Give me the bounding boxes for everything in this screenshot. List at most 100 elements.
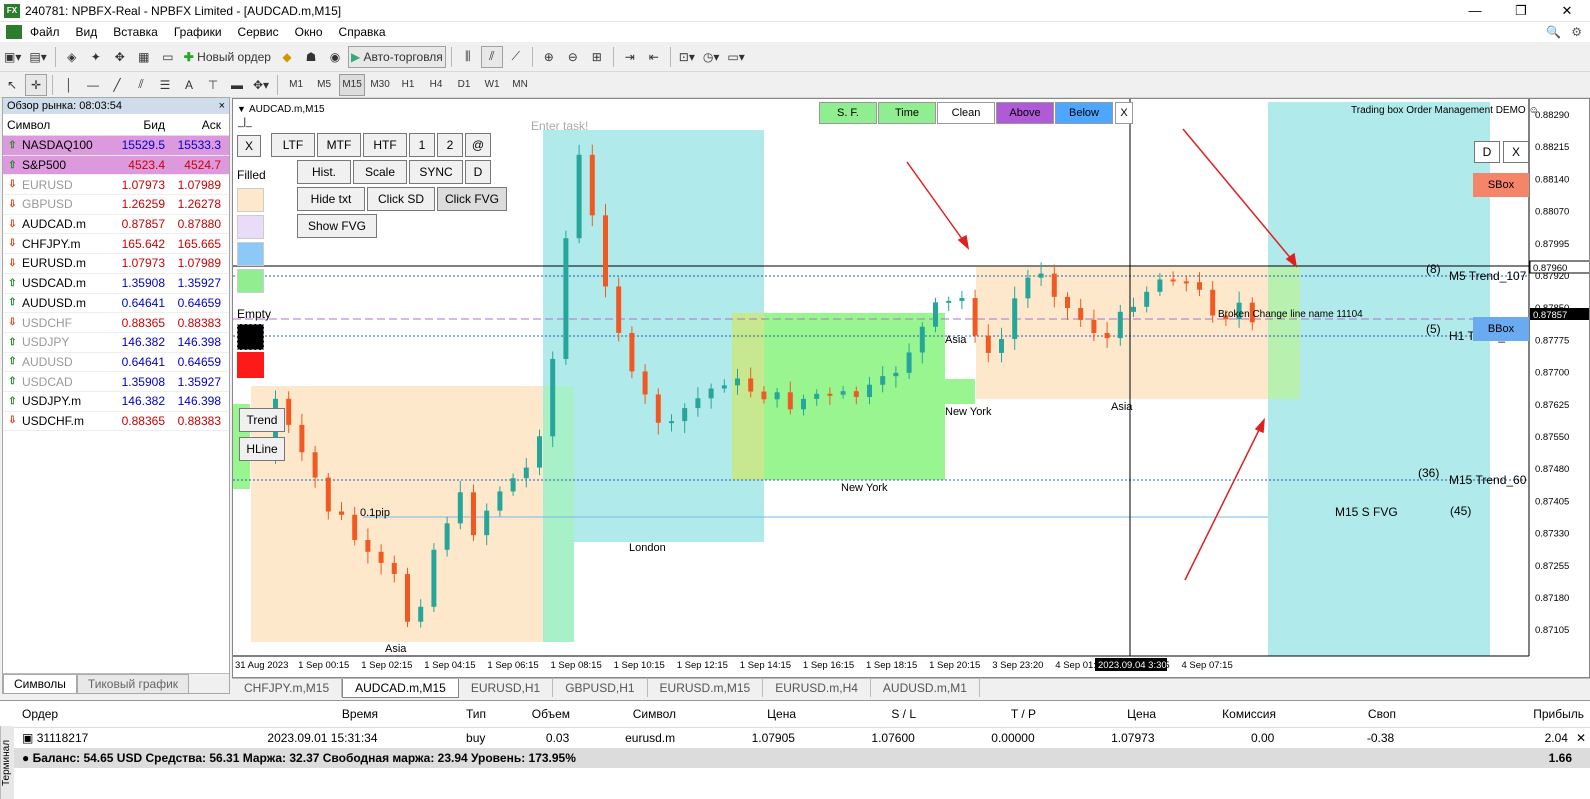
periods-icon[interactable]: ◷▾ [700,46,723,68]
chart-tab-audcad[interactable]: AUDCAD.m,M15 [342,679,459,698]
templates-icon[interactable]: ▭▾ [724,46,747,68]
indicators-icon[interactable]: ⊡▾ [676,46,698,68]
hline-button[interactable]: HLine [239,437,285,461]
time-button[interactable]: Time [878,102,936,124]
market-watch-row[interactable]: ⇩ GBPUSD 1.26259 1.26278 [3,195,229,215]
right-d-button[interactable]: D [1474,141,1500,163]
chart-shift-icon[interactable]: ⇤ [643,46,665,68]
menu-window[interactable]: Окно [287,25,331,39]
col-volume[interactable]: Объем [490,707,574,721]
market-watch-row[interactable]: ⇩ USDCHF.m 0.88365 0.88383 [3,411,229,432]
chart-tab-audusd-m1[interactable]: AUDUSD.m,M1 [871,679,980,697]
tile-windows-icon[interactable]: ⊞ [586,46,608,68]
market-watch-row[interactable]: ⇩ CHFJPY.m 165.642 165.665 [3,234,229,255]
market-icon[interactable]: ◉ [324,46,346,68]
minimize-button[interactable]: — [1452,0,1498,22]
scale-button[interactable]: Scale [353,160,407,184]
tf-m1[interactable]: M1 [283,74,309,96]
below-button[interactable]: Below [1055,102,1113,124]
hist-button[interactable]: Hist. [297,160,351,184]
two-button[interactable]: 2 [437,133,463,157]
at-button[interactable]: @ [465,133,491,157]
sync-button[interactable]: SYNC [409,160,463,184]
color-swatch-lavender[interactable] [237,215,264,239]
strategy-tester-icon[interactable]: ▭ [157,46,179,68]
sf-button[interactable]: S. F. [819,102,877,124]
market-watch-row[interactable]: ⇧ AUDUSD 0.64641 0.64659 [3,352,229,373]
market-watch-row[interactable]: ⇧ USDCAD 1.35908 1.35927 [3,372,229,392]
show-fvg-button[interactable]: Show FVG [297,214,377,238]
panel-close-button[interactable]: X [237,135,261,157]
menu-tools[interactable]: Сервис [230,25,287,39]
chart-tab-chfjpy[interactable]: CHFJPY.m,M15 [232,679,343,697]
restore-button[interactable]: ❐ [1498,0,1544,22]
col-order[interactable]: Ордер [0,707,170,721]
new-order-button[interactable]: ✚ Новый ордер [181,46,274,68]
color-swatch-black[interactable] [237,324,264,350]
menu-view[interactable]: Вид [68,25,106,39]
chart-window[interactable]: 0.88290 0.88215 0.88140 0.88070 0.87995 0.879… [232,98,1590,678]
right-x-button[interactable]: X [1503,141,1529,163]
col-swap[interactable]: Своп [1280,707,1400,721]
tab-tick-chart[interactable]: Тиковый график [76,674,190,693]
market-watch-row[interactable]: ⇧ USDCAD.m 1.35908 1.35927 [3,273,229,294]
col-type[interactable]: Тип [382,707,490,721]
col-ask[interactable]: Аск [165,118,225,132]
market-watch-row[interactable]: ⇧ S&P500 4523.4 4524.7 [3,155,229,176]
market-watch-row[interactable]: ⇩ AUDCAD.m 0.87857 0.87880 [3,214,229,235]
tf-h1[interactable]: H1 [395,74,421,96]
candlestick-icon[interactable]: ⫽ [480,45,503,68]
market-watch-row[interactable]: ⇧ AUDUSD.m 0.64641 0.64659 [3,293,229,314]
col-symbol[interactable]: Символ [3,118,113,132]
market-watch-row[interactable]: ⇧ NASDAQ100 15529.5 15533.3 [3,136,229,156]
text-tool-button[interactable]: A [178,74,200,96]
mtf-button[interactable]: MTF [317,133,361,157]
col-sl[interactable]: S / L [800,707,920,721]
above-button[interactable]: Above [996,102,1054,124]
terminal-vertical-tab[interactable]: Терминал [0,726,14,799]
shapes-icon[interactable]: ▬ [226,74,248,96]
data-window-icon[interactable]: ✥ [109,46,131,68]
market-watch-icon[interactable]: ◈ [61,46,83,68]
metaeditor-icon[interactable]: ◆ [276,46,298,68]
tab-symbols[interactable]: Символы [3,674,77,693]
horizontal-line-icon[interactable]: ― [82,74,104,96]
profiles-icon[interactable]: ▤▾ [26,46,49,68]
one-button[interactable]: 1 [409,133,435,157]
ltf-button[interactable]: LTF [271,133,315,157]
crosshair-icon[interactable]: ✛ [25,73,47,96]
fibonacci-icon[interactable]: ☰ [154,74,176,96]
autotrading-button[interactable]: ▶ Авто-торговля [347,45,446,68]
color-swatch-peach[interactable] [237,188,264,212]
market-watch-row[interactable]: ⇧ USDJPY.m 146.382 146.398 [3,391,229,412]
new-chart-icon[interactable]: ▣▾ [1,46,24,68]
tf-d1[interactable]: D1 [451,74,477,96]
trend-button[interactable]: Trend [239,408,285,432]
signals-icon[interactable]: ☗ [300,46,322,68]
hide-txt-button[interactable]: Hide txt [297,187,365,211]
cursor-icon[interactable]: ↖ [1,74,23,96]
chart-tab-eurusd-h4[interactable]: EURUSD.m,H4 [763,679,871,697]
tf-h4[interactable]: H4 [423,74,449,96]
terminal-icon[interactable]: ▦ [133,46,155,68]
click-sd-button[interactable]: Click SD [367,187,435,211]
line-chart-icon[interactable]: ⟋ [505,46,527,68]
price-chart[interactable]: 0.88290 0.88215 0.88140 0.88070 0.87995 0.879… [233,99,1590,677]
color-swatch-blue[interactable] [237,242,264,266]
tf-m30[interactable]: M30 [367,74,393,96]
close-toolbar-button[interactable]: X [1115,102,1133,124]
market-watch-row[interactable]: ⇩ EURUSD.m 1.07973 1.07989 [3,254,229,274]
col-commission[interactable]: Комиссия [1160,707,1280,721]
htf-button[interactable]: HTF [363,133,407,157]
bbox-button[interactable]: BBox [1473,317,1529,341]
col-current-price[interactable]: Цена [1040,707,1160,721]
tf-w1[interactable]: W1 [479,74,505,96]
color-swatch-red[interactable] [237,352,264,378]
sbox-button[interactable]: SBox [1473,173,1529,197]
close-button[interactable]: ✕ [1544,0,1590,22]
vertical-line-icon[interactable]: │ [58,74,80,96]
d-button[interactable]: D [465,160,491,184]
click-fvg-button[interactable]: Click FVG [437,187,507,211]
col-tp[interactable]: T / P [920,707,1040,721]
market-watch-row[interactable]: ⇩ USDCHF 0.88365 0.88383 [3,313,229,333]
